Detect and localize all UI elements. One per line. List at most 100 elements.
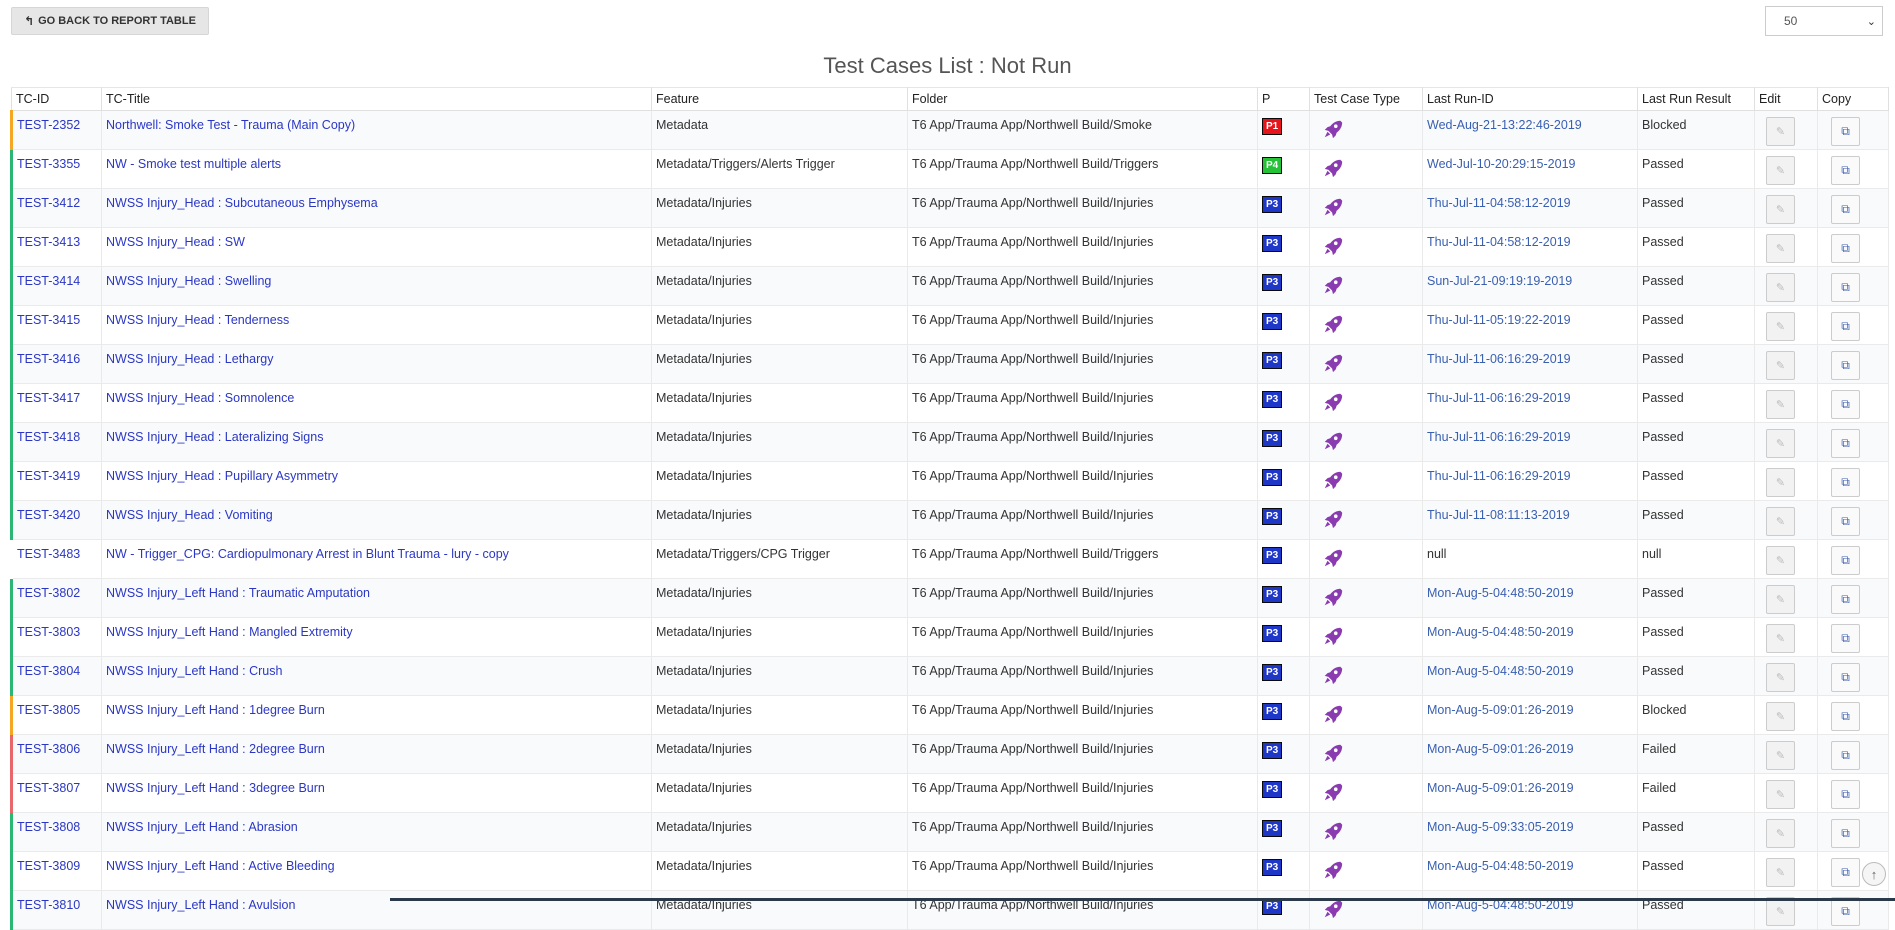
copy-button[interactable]: ⧉: [1831, 702, 1860, 731]
last-run-id-link[interactable]: Mon-Aug-5-04:48:50-2019: [1422, 578, 1638, 618]
header-folder[interactable]: Folder: [907, 87, 1258, 111]
last-run-id-link[interactable]: Mon-Aug-5-09:01:26-2019: [1422, 734, 1638, 774]
last-run-id-link[interactable]: Thu-Jul-11-06:16:29-2019: [1422, 422, 1638, 462]
tc-title-link[interactable]: NWSS Injury_Head : Pupillary Asymmetry: [101, 461, 652, 501]
tc-title-link[interactable]: NWSS Injury_Head : Swelling: [101, 266, 652, 306]
last-run-id-link[interactable]: Mon-Aug-5-04:48:50-2019: [1422, 890, 1638, 930]
header-priority[interactable]: P: [1257, 87, 1310, 111]
last-run-id-link[interactable]: Mon-Aug-5-09:01:26-2019: [1422, 695, 1638, 735]
last-run-id-link[interactable]: Thu-Jul-11-04:58:12-2019: [1422, 188, 1638, 228]
edit-button[interactable]: ✎: [1766, 273, 1795, 302]
tc-id-link[interactable]: TEST-3419: [10, 461, 102, 501]
tc-title-link[interactable]: NWSS Injury_Head : Subcutaneous Emphysem…: [101, 188, 652, 228]
copy-button[interactable]: ⧉: [1831, 195, 1860, 224]
tc-title-link[interactable]: NWSS Injury_Left Hand : Traumatic Amputa…: [101, 578, 652, 618]
copy-button[interactable]: ⧉: [1831, 585, 1860, 614]
copy-button[interactable]: ⧉: [1831, 351, 1860, 380]
last-run-id-link[interactable]: null: [1422, 539, 1638, 579]
last-run-id-link[interactable]: Thu-Jul-11-08:11:13-2019: [1422, 500, 1638, 540]
tc-title-link[interactable]: NWSS Injury_Head : SW: [101, 227, 652, 267]
tc-title-link[interactable]: NW - Smoke test multiple alerts: [101, 149, 652, 189]
tc-title-link[interactable]: NWSS Injury_Left Hand : 3degree Burn: [101, 773, 652, 813]
tc-title-link[interactable]: NWSS Injury_Head : Lethargy: [101, 344, 652, 384]
tc-title-link[interactable]: NWSS Injury_Head : Lateralizing Signs: [101, 422, 652, 462]
tc-title-link[interactable]: NWSS Injury_Head : Tenderness: [101, 305, 652, 345]
edit-button[interactable]: ✎: [1766, 117, 1795, 146]
tc-id-link[interactable]: TEST-3414: [10, 266, 102, 306]
tc-id-link[interactable]: TEST-3417: [10, 383, 102, 423]
copy-button[interactable]: ⧉: [1831, 546, 1860, 575]
edit-button[interactable]: ✎: [1766, 156, 1795, 185]
tc-id-link[interactable]: TEST-3413: [10, 227, 102, 267]
copy-button[interactable]: ⧉: [1831, 429, 1860, 458]
edit-button[interactable]: ✎: [1766, 312, 1795, 341]
header-test-case-type[interactable]: Test Case Type: [1309, 87, 1423, 111]
edit-button[interactable]: ✎: [1766, 234, 1795, 263]
edit-button[interactable]: ✎: [1766, 819, 1795, 848]
last-run-id-link[interactable]: Sun-Jul-21-09:19:19-2019: [1422, 266, 1638, 306]
go-back-button[interactable]: ↰ GO BACK TO REPORT TABLE: [11, 7, 209, 35]
tc-title-link[interactable]: NWSS Injury_Left Hand : 2degree Burn: [101, 734, 652, 774]
copy-button[interactable]: ⧉: [1831, 468, 1860, 497]
tc-id-link[interactable]: TEST-3412: [10, 188, 102, 228]
edit-button[interactable]: ✎: [1766, 429, 1795, 458]
tc-id-link[interactable]: TEST-3804: [10, 656, 102, 696]
copy-button[interactable]: ⧉: [1831, 858, 1860, 887]
edit-button[interactable]: ✎: [1766, 546, 1795, 575]
tc-id-link[interactable]: TEST-3416: [10, 344, 102, 384]
tc-id-link[interactable]: TEST-3355: [10, 149, 102, 189]
header-tc-id[interactable]: TC-ID: [11, 87, 102, 111]
page-size-select[interactable]: 50 ⌄: [1765, 6, 1883, 36]
tc-id-link[interactable]: TEST-3415: [10, 305, 102, 345]
last-run-id-link[interactable]: Mon-Aug-5-04:48:50-2019: [1422, 656, 1638, 696]
last-run-id-link[interactable]: Mon-Aug-5-09:01:26-2019: [1422, 773, 1638, 813]
last-run-id-link[interactable]: Thu-Jul-11-04:58:12-2019: [1422, 227, 1638, 267]
tc-id-link[interactable]: TEST-3483: [11, 539, 102, 579]
last-run-id-link[interactable]: Thu-Jul-11-06:16:29-2019: [1422, 344, 1638, 384]
tc-title-link[interactable]: NWSS Injury_Left Hand : Avulsion: [101, 890, 652, 930]
tc-id-link[interactable]: TEST-2352: [10, 110, 102, 150]
copy-button[interactable]: ⧉: [1831, 117, 1860, 146]
tc-id-link[interactable]: TEST-3802: [10, 578, 102, 618]
tc-title-link[interactable]: NWSS Injury_Head : Vomiting: [101, 500, 652, 540]
copy-button[interactable]: ⧉: [1831, 234, 1860, 263]
tc-title-link[interactable]: NWSS Injury_Left Hand : 1degree Burn: [101, 695, 652, 735]
tc-title-link[interactable]: NWSS Injury_Left Hand : Active Bleeding: [101, 851, 652, 891]
edit-button[interactable]: ✎: [1766, 741, 1795, 770]
edit-button[interactable]: ✎: [1766, 390, 1795, 419]
edit-button[interactable]: ✎: [1766, 195, 1795, 224]
copy-button[interactable]: ⧉: [1831, 663, 1860, 692]
edit-button[interactable]: ✎: [1766, 702, 1795, 731]
last-run-id-link[interactable]: Thu-Jul-11-05:19:22-2019: [1422, 305, 1638, 345]
last-run-id-link[interactable]: Mon-Aug-5-04:48:50-2019: [1422, 617, 1638, 657]
edit-button[interactable]: ✎: [1766, 507, 1795, 536]
scroll-to-top-button[interactable]: ↑: [1862, 862, 1886, 886]
header-last-run-result[interactable]: Last Run Result: [1637, 87, 1755, 111]
tc-id-link[interactable]: TEST-3809: [10, 851, 102, 891]
tc-id-link[interactable]: TEST-3418: [10, 422, 102, 462]
header-tc-title[interactable]: TC-Title: [101, 87, 652, 111]
tc-title-link[interactable]: NWSS Injury_Left Hand : Mangled Extremit…: [101, 617, 652, 657]
last-run-id-link[interactable]: Wed-Aug-21-13:22:46-2019: [1422, 110, 1638, 150]
last-run-id-link[interactable]: Mon-Aug-5-09:33:05-2019: [1422, 812, 1638, 852]
copy-button[interactable]: ⧉: [1831, 897, 1860, 926]
tc-title-link[interactable]: Northwell: Smoke Test - Trauma (Main Cop…: [101, 110, 652, 150]
tc-id-link[interactable]: TEST-3810: [10, 890, 102, 930]
edit-button[interactable]: ✎: [1766, 858, 1795, 887]
edit-button[interactable]: ✎: [1766, 468, 1795, 497]
header-feature[interactable]: Feature: [651, 87, 908, 111]
edit-button[interactable]: ✎: [1766, 624, 1795, 653]
header-last-run-id[interactable]: Last Run-ID: [1422, 87, 1638, 111]
copy-button[interactable]: ⧉: [1831, 819, 1860, 848]
tc-title-link[interactable]: NW - Trigger_CPG: Cardiopulmonary Arrest…: [101, 539, 652, 579]
tc-id-link[interactable]: TEST-3807: [10, 773, 102, 813]
edit-button[interactable]: ✎: [1766, 897, 1795, 926]
tc-id-link[interactable]: TEST-3805: [10, 695, 102, 735]
tc-title-link[interactable]: NWSS Injury_Head : Somnolence: [101, 383, 652, 423]
copy-button[interactable]: ⧉: [1831, 312, 1860, 341]
copy-button[interactable]: ⧉: [1831, 273, 1860, 302]
edit-button[interactable]: ✎: [1766, 585, 1795, 614]
last-run-id-link[interactable]: Mon-Aug-5-04:48:50-2019: [1422, 851, 1638, 891]
edit-button[interactable]: ✎: [1766, 351, 1795, 380]
tc-id-link[interactable]: TEST-3806: [10, 734, 102, 774]
